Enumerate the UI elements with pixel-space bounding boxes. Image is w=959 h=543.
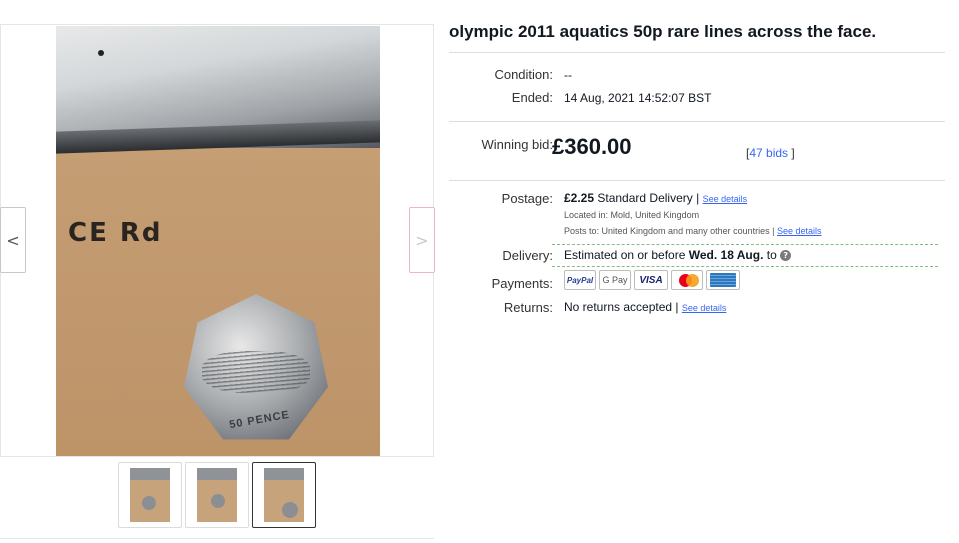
gallery-bottom-divider xyxy=(0,538,434,539)
photo-ce-mark: CE Rd xyxy=(68,218,163,248)
delivery-line: Estimated on or before Wed. 18 Aug. to ? xyxy=(564,248,792,262)
condition-label: Condition: xyxy=(494,67,553,82)
condition-value: -- xyxy=(564,68,572,82)
help-icon[interactable]: ? xyxy=(780,250,792,262)
amex-icon xyxy=(706,270,740,290)
thumbnail-coin xyxy=(282,502,298,518)
divider xyxy=(449,180,945,181)
thumbnail-image xyxy=(197,468,237,522)
thumbnail-strip xyxy=(118,462,316,528)
postage-line: £2.25 Standard Delivery | See details xyxy=(564,191,747,205)
paypal-icon: PayPal xyxy=(564,270,596,290)
delivery-suffix: to xyxy=(766,248,777,262)
winning-bid-price: £360.00 xyxy=(552,134,632,159)
ended-label: Ended: xyxy=(511,90,553,105)
winning-bid-label: Winning bid: xyxy=(481,137,553,152)
bid-count: [47 bids ] xyxy=(746,146,795,160)
next-image-button[interactable]: > xyxy=(409,207,435,273)
delivery-date: Wed. 18 Aug. xyxy=(688,248,764,262)
posts-to-see-details-link[interactable]: See details xyxy=(777,226,822,236)
thumbnail-2[interactable] xyxy=(185,462,249,528)
chevron-right-icon: > xyxy=(415,230,429,250)
returns-value: No returns accepted | xyxy=(564,300,679,314)
payment-methods: PayPal G Pay VISA xyxy=(564,270,740,290)
ended-value: 14 Aug, 2021 14:52:07 BST xyxy=(564,91,712,105)
thumbnail-1[interactable] xyxy=(118,462,182,528)
delivery-prefix: Estimated on or before xyxy=(564,248,686,262)
posts-to: Posts to: United Kingdom and many other … xyxy=(564,226,775,236)
coin-image: 50 PENCE xyxy=(184,294,328,440)
postage-price: £2.25 xyxy=(564,191,595,205)
mastercard-orange-circle xyxy=(686,274,699,287)
thumbnail-coin xyxy=(211,494,225,508)
image-gallery: CE Rd 50 PENCE xyxy=(0,24,434,457)
bids-bracket-close: ] xyxy=(791,146,795,160)
postage-see-details-link[interactable]: See details xyxy=(703,194,748,204)
thumbnail-coin xyxy=(142,496,156,510)
returns-line: No returns accepted | See details xyxy=(564,300,726,314)
google-pay-icon: G Pay xyxy=(599,270,631,290)
postage-service: Standard Delivery | xyxy=(597,191,700,205)
mastercard-icon xyxy=(671,270,703,290)
divider xyxy=(449,121,945,122)
coin-lines xyxy=(202,351,310,393)
visa-icon: VISA xyxy=(634,270,668,290)
photo-dot xyxy=(98,50,104,56)
thumbnail-3-selected[interactable] xyxy=(252,462,316,528)
bid-history-link[interactable]: 47 bids xyxy=(749,146,788,160)
listing-title: olympic 2011 aquatics 50p rare lines acr… xyxy=(449,22,877,41)
returns-label: Returns: xyxy=(503,300,553,315)
prev-image-button[interactable]: < xyxy=(0,207,26,273)
main-photo[interactable]: CE Rd 50 PENCE xyxy=(56,26,380,456)
payments-label: Payments: xyxy=(491,276,553,291)
amex-card-graphic xyxy=(710,273,736,287)
postage-label: Postage: xyxy=(501,191,553,206)
posts-to-line: Posts to: United Kingdom and many other … xyxy=(564,226,822,236)
thumbnail-image xyxy=(130,468,170,522)
thumbnail-image xyxy=(264,468,304,522)
coin-text: 50 PENCE xyxy=(228,408,291,432)
chevron-left-icon: < xyxy=(6,230,20,250)
returns-see-details-link[interactable]: See details xyxy=(682,303,727,313)
delivery-label: Delivery: xyxy=(502,248,553,263)
located-in: Located in: Mold, United Kingdom xyxy=(564,210,700,220)
divider xyxy=(449,52,945,53)
